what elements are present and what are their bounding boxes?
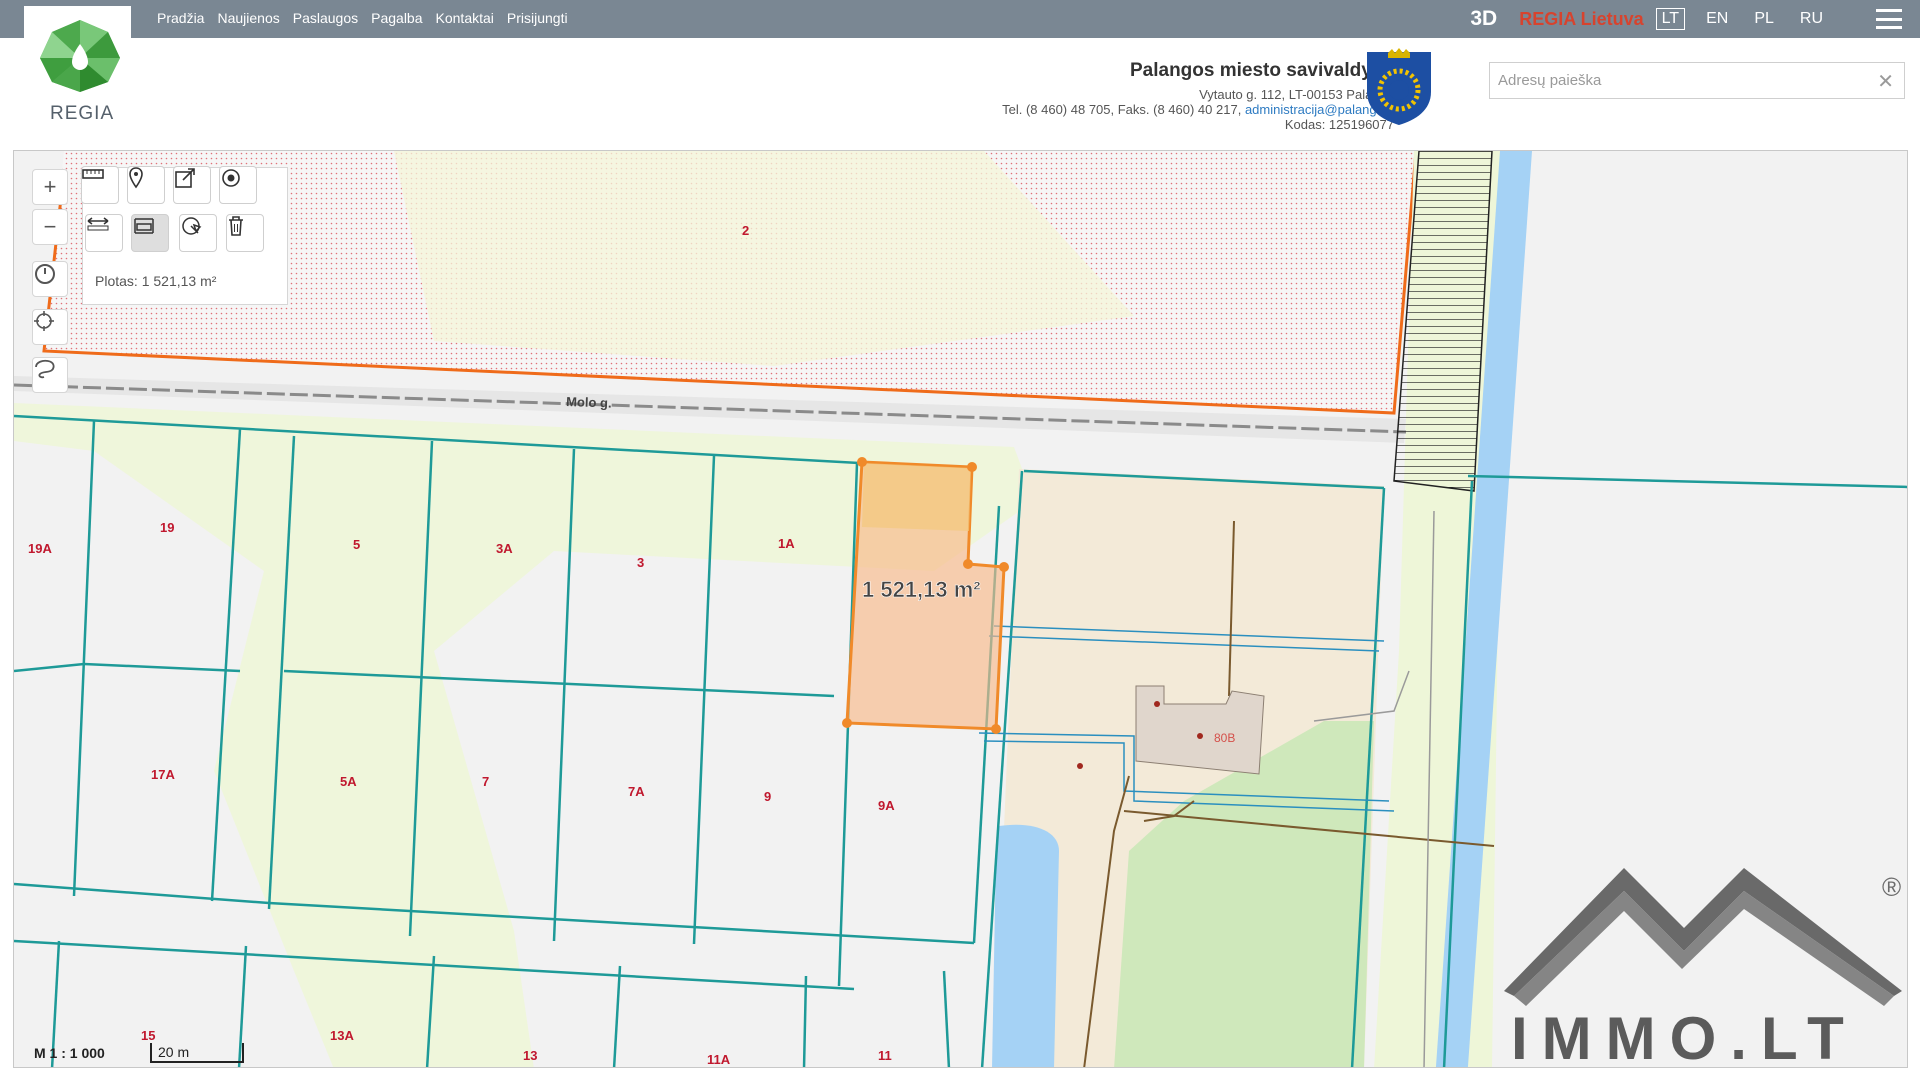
parcel-label: 17A <box>151 767 175 782</box>
top-right-controls: 3D REGIA Lietuva LT EN PL RU <box>1470 0 1920 38</box>
clock-icon <box>35 264 55 284</box>
map-svg[interactable]: 2 19A 19 5 3A 3 1A 17A 5A 7 7A 9 9A 15 1… <box>14 151 1908 1068</box>
watermark-text: IMMO.LT <box>1511 1005 1858 1068</box>
regia-lietuva-link[interactable]: REGIA Lietuva <box>1519 9 1643 30</box>
menu-hamburger-icon[interactable] <box>1876 9 1902 29</box>
target-icon <box>222 169 240 187</box>
measure-length-button[interactable] <box>81 166 119 204</box>
parcel-label: 7A <box>628 784 645 799</box>
municipality-contacts: Tel. (8 460) 48 705, Faks. (8 460) 40 21… <box>1002 102 1394 117</box>
place-marker-button[interactable] <box>127 166 165 204</box>
pond <box>992 824 1059 1067</box>
measured-area-label: 1 521,13 m² <box>862 577 981 602</box>
address-search-input[interactable] <box>1490 63 1860 98</box>
parcel-label: 9A <box>878 798 895 813</box>
lasso-icon <box>35 359 55 379</box>
phone-fax: Tel. (8 460) 48 705, Faks. (8 460) 40 21… <box>1002 102 1242 117</box>
coat-of-arms-icon <box>1367 48 1431 125</box>
lasso-button[interactable] <box>32 357 68 393</box>
parcel-label: 15 <box>141 1028 155 1043</box>
scale-bar-label: 20 m <box>158 1044 190 1060</box>
parcel-label: 11A <box>707 1052 731 1067</box>
nav-link-home[interactable]: Pradžia <box>157 10 204 26</box>
main-nav: Pradžia Naujienos Paslaugos Pagalba Kont… <box>157 10 568 26</box>
crosshair-icon <box>34 311 54 331</box>
map-scale: M 1 : 1 000 <box>34 1045 105 1061</box>
point-button[interactable] <box>219 166 257 204</box>
selected-area-top <box>862 463 971 531</box>
language-lt[interactable]: LT <box>1655 8 1686 30</box>
distance-icon <box>87 217 109 231</box>
radius-icon <box>182 217 202 235</box>
parcel-label: 13A <box>330 1028 354 1043</box>
registered-mark: ® <box>1882 872 1901 902</box>
search-clear-icon[interactable]: ✕ <box>1877 69 1894 94</box>
share-icon <box>175 168 195 188</box>
nav-link-services[interactable]: Paslaugos <box>293 10 358 26</box>
parcel-label: 9 <box>764 789 771 804</box>
parcel-label: 19A <box>28 541 52 556</box>
language-en[interactable]: EN <box>1701 9 1733 29</box>
3d-view-button[interactable]: 3D <box>1470 7 1497 31</box>
municipality-title: Palangos miesto savivaldybė <box>1129 60 1394 81</box>
parcel-label: 7 <box>482 774 489 789</box>
parcel-label: 2 <box>742 223 749 238</box>
delete-button[interactable] <box>226 214 264 252</box>
zoom-out-button[interactable]: − <box>32 209 68 245</box>
nav-link-help[interactable]: Pagalba <box>371 10 422 26</box>
ruler-icon <box>82 169 104 179</box>
area-measurement-readout: Plotas: 1 521,13 m² <box>95 273 217 289</box>
street-label: Molo g. <box>566 394 612 411</box>
export-button[interactable] <box>173 166 211 204</box>
regia-logo-text: REGIA <box>50 103 115 124</box>
nav-link-contacts[interactable]: Kontaktai <box>436 10 494 26</box>
measure-distance-button[interactable] <box>85 214 123 252</box>
parcel-label: 11 <box>878 1048 892 1063</box>
language-ru[interactable]: RU <box>1795 9 1828 29</box>
pin-icon <box>129 167 143 189</box>
measure-area-button[interactable] <box>131 214 169 252</box>
parcel-label: 3A <box>496 541 513 556</box>
zoom-in-button[interactable]: + <box>32 169 68 205</box>
locate-button[interactable] <box>32 309 68 345</box>
area-icon <box>134 218 154 234</box>
nav-link-login[interactable]: Prisijungti <box>507 10 568 26</box>
language-pl[interactable]: PL <box>1749 9 1779 29</box>
parcel-label: 5 <box>353 537 360 552</box>
parcel-label: 5A <box>340 774 357 789</box>
parcel-label: 19 <box>160 520 174 535</box>
scale-bar: 20 m <box>150 1043 244 1063</box>
measure-tool-panel: Plotas: 1 521,13 m² <box>81 166 288 305</box>
measure-angle-button[interactable] <box>179 214 217 252</box>
parcel-label: 3 <box>637 555 644 570</box>
parcel-label: 80B <box>1214 731 1235 745</box>
history-button[interactable] <box>32 261 68 297</box>
map-canvas[interactable]: 2 19A 19 5 3A 3 1A 17A 5A 7 7A 9 9A 15 1… <box>13 150 1908 1068</box>
address-search: ✕ <box>1489 62 1905 99</box>
top-navigation-bar: Pradžia Naujienos Paslaugos Pagalba Kont… <box>0 0 1920 38</box>
parcel-label: 13 <box>523 1048 537 1063</box>
nav-link-news[interactable]: Naujienos <box>217 10 279 26</box>
trash-icon <box>229 216 243 236</box>
regia-logo-icon[interactable] <box>40 20 120 92</box>
parcel-label: 1A <box>778 536 795 551</box>
